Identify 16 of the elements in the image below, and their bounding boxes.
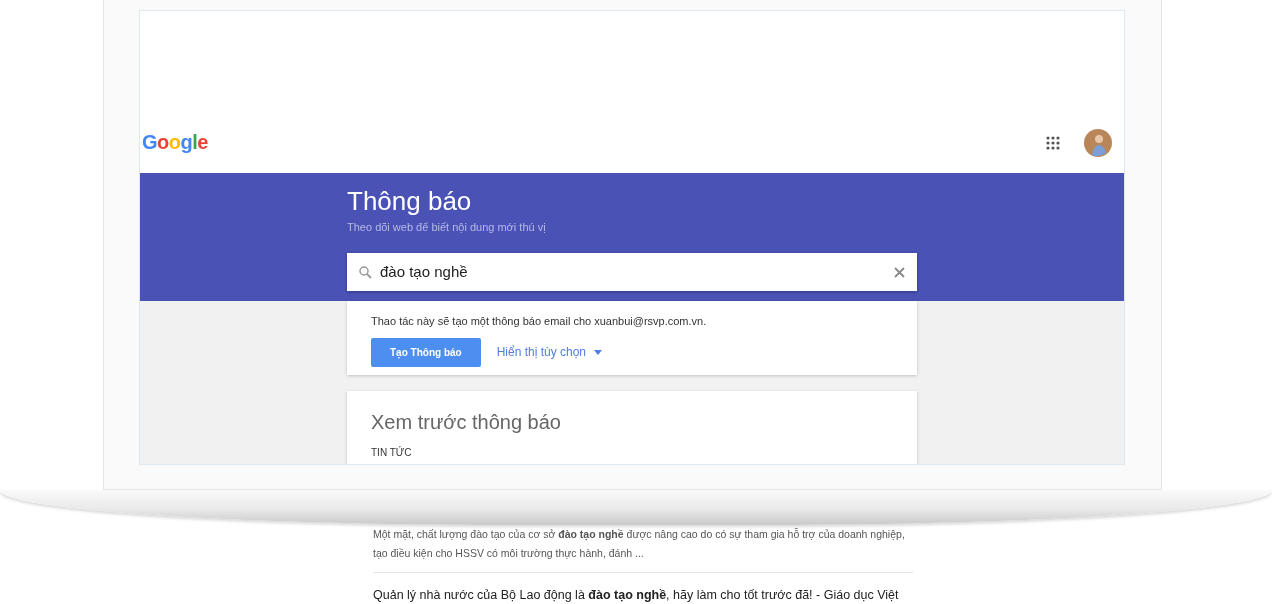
result-snippet: Một mặt, chất lượng đào tạo của cơ sở đào tạo nghề được nâng cao do có sự tham gia hỗ trợ của doanh nghiệp, tạo điều kiện cho HSSV có môi trường thực hành, đánh ...	[373, 527, 906, 561]
google-logo[interactable]: Google	[142, 127, 208, 157]
apps-grid-icon[interactable]	[1046, 136, 1060, 150]
page-subtitle: Theo dõi web để biết nội dung mới thú vị	[347, 219, 547, 235]
alert-email-note: Thao tác này sẽ tạo một thông báo email cho xuanbui@rsvp.com.vn.	[371, 314, 708, 329]
search-icon	[359, 265, 372, 279]
search-input[interactable]: đào tạo nghề	[380, 260, 886, 284]
avatar-icon[interactable]	[1084, 129, 1112, 157]
section-label: TIN TỨC	[371, 445, 413, 460]
close-icon[interactable]	[894, 266, 905, 278]
page-title: Thông báo	[347, 185, 473, 216]
result-title-link[interactable]: Quản lý nhà nước của Bộ Lao động là đào tạo nghề, hãy làm cho tốt trước đã! - Giáo dục Việt	[373, 587, 899, 603]
show-options-link[interactable]: Hiển thị tùy chọn	[496, 343, 603, 361]
search-field[interactable]: đào tạo nghề	[347, 253, 917, 292]
preview-title: Xem trước thông báo	[371, 409, 562, 435]
dropdown-caret-icon	[594, 349, 603, 355]
